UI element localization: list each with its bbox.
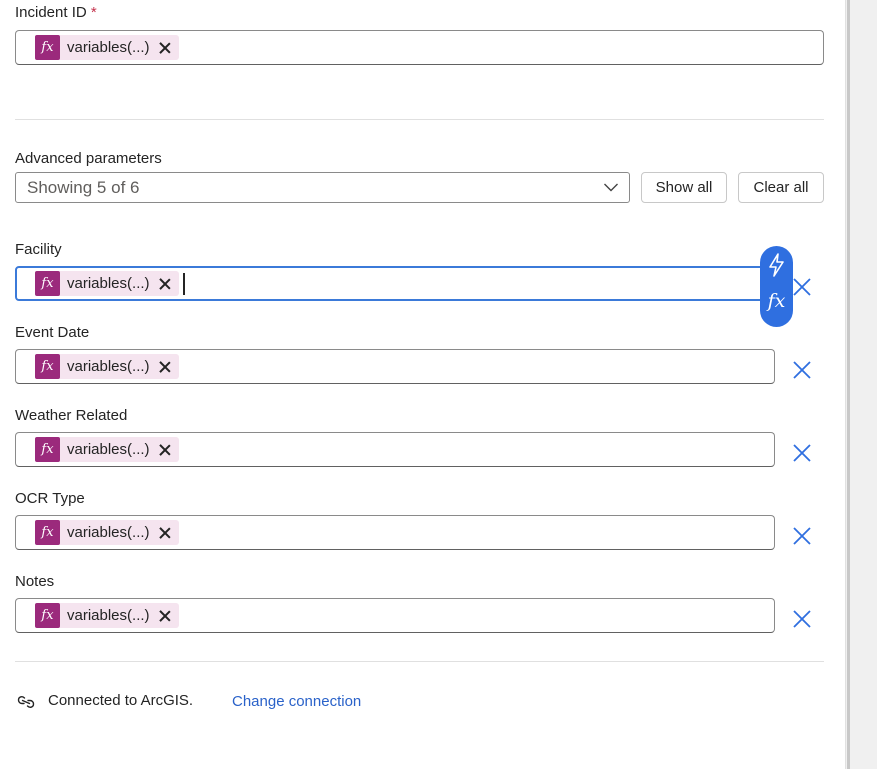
- expression-token[interactable]: fx variables(...): [35, 603, 179, 628]
- incident-id-label: Incident ID *: [15, 4, 97, 21]
- incident-id-field[interactable]: fx variables(...): [15, 30, 824, 65]
- show-all-button[interactable]: Show all: [641, 172, 727, 203]
- expression-token[interactable]: fx variables(...): [35, 354, 179, 379]
- dynamic-content-pill: fx: [760, 246, 793, 327]
- token-remove-icon[interactable]: [159, 610, 171, 622]
- advanced-parameters-dropdown[interactable]: Showing 5 of 6: [15, 172, 630, 203]
- expression-token[interactable]: fx variables(...): [35, 520, 179, 545]
- notes-field[interactable]: fx variables(...): [15, 598, 775, 633]
- fx-icon[interactable]: fx: [760, 290, 793, 312]
- panel-edge: [847, 0, 850, 769]
- expression-token[interactable]: fx variables(...): [35, 35, 179, 60]
- connection-status: Connected to ArcGIS.: [48, 692, 194, 709]
- dropdown-value: Showing 5 of 6: [27, 178, 140, 197]
- token-remove-icon[interactable]: [159, 444, 171, 456]
- remove-notes-icon[interactable]: [791, 608, 813, 630]
- remove-weather-related-icon[interactable]: [791, 442, 813, 464]
- chevron-down-icon: [604, 183, 618, 192]
- event-date-field[interactable]: fx variables(...): [15, 349, 775, 384]
- token-text: variables(...): [67, 607, 150, 624]
- token-text: variables(...): [67, 441, 150, 458]
- token-remove-icon[interactable]: [159, 278, 171, 290]
- token-remove-icon[interactable]: [159, 361, 171, 373]
- notes-label: Notes: [15, 573, 55, 590]
- lightning-icon[interactable]: [765, 252, 788, 278]
- remove-ocr-type-icon[interactable]: [791, 525, 813, 547]
- clear-all-button[interactable]: Clear all: [738, 172, 824, 203]
- facility-field[interactable]: fx variables(...): [15, 266, 775, 301]
- fx-icon: fx: [35, 35, 60, 60]
- weather-related-label: Weather Related: [15, 407, 128, 424]
- weather-related-field[interactable]: fx variables(...): [15, 432, 775, 467]
- link-icon: [17, 696, 35, 708]
- fx-icon: fx: [35, 520, 60, 545]
- change-connection-link[interactable]: Change connection: [232, 693, 361, 710]
- action-parameters-panel: Incident ID * fx variables(...) Advanced…: [0, 0, 845, 769]
- text-caret: [183, 273, 185, 295]
- fx-icon: fx: [35, 271, 60, 296]
- token-text: variables(...): [67, 358, 150, 375]
- token-text: variables(...): [67, 39, 150, 56]
- ocr-type-label: OCR Type: [15, 490, 85, 507]
- section-divider: [15, 661, 824, 662]
- event-date-label: Event Date: [15, 324, 90, 341]
- section-divider: [15, 119, 824, 120]
- expression-token[interactable]: fx variables(...): [35, 271, 179, 296]
- remove-event-date-icon[interactable]: [791, 359, 813, 381]
- fx-icon: fx: [35, 603, 60, 628]
- remove-facility-icon[interactable]: [791, 276, 813, 298]
- ocr-type-field[interactable]: fx variables(...): [15, 515, 775, 550]
- token-remove-icon[interactable]: [159, 42, 171, 54]
- incident-id-label-text: Incident ID: [15, 4, 87, 21]
- fx-icon: fx: [35, 437, 60, 462]
- advanced-parameters-label: Advanced parameters: [15, 150, 162, 167]
- token-text: variables(...): [67, 275, 150, 292]
- token-text: variables(...): [67, 524, 150, 541]
- facility-label: Facility: [15, 241, 62, 258]
- token-remove-icon[interactable]: [159, 527, 171, 539]
- expression-token[interactable]: fx variables(...): [35, 437, 179, 462]
- required-marker: *: [90, 4, 97, 21]
- fx-icon: fx: [35, 354, 60, 379]
